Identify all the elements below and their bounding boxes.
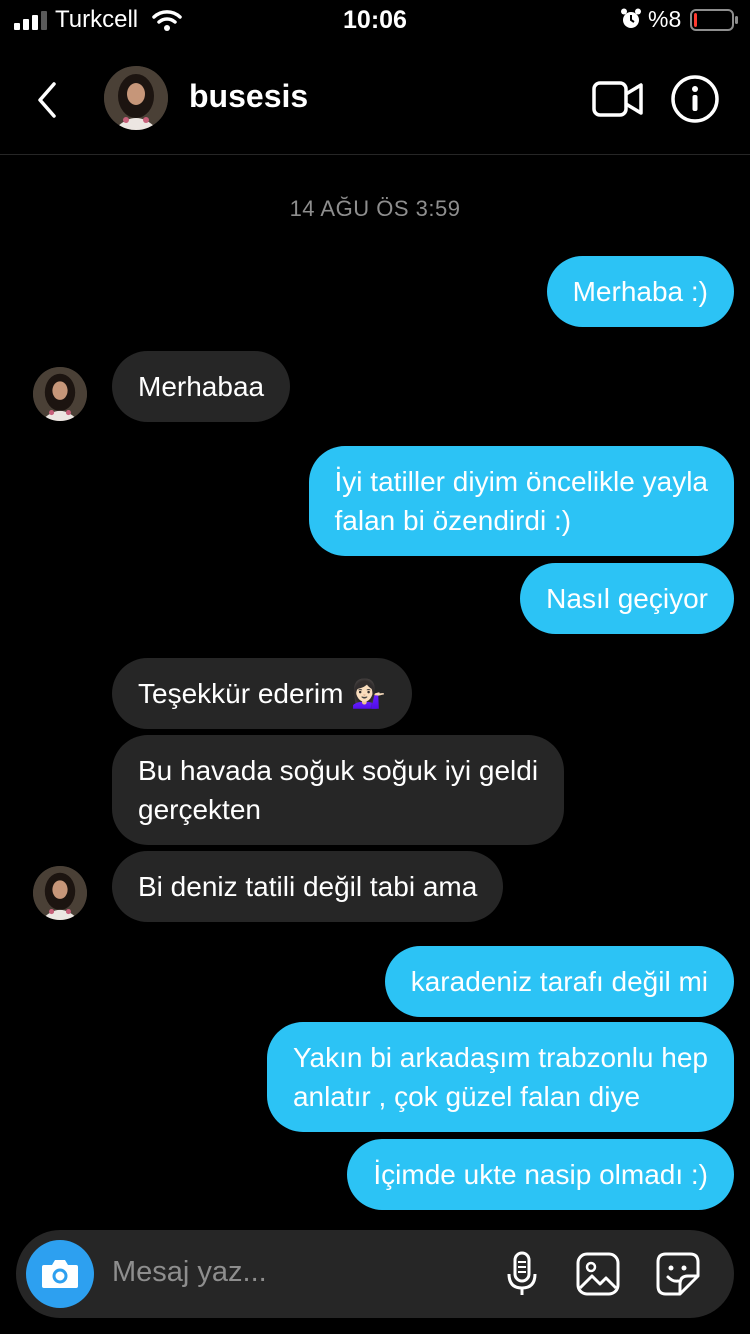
message-incoming[interactable]: Merhabaa xyxy=(112,351,291,422)
message-outgoing[interactable]: Merhaba :) xyxy=(546,256,734,327)
profile-avatar[interactable] xyxy=(104,66,168,130)
message-avatar[interactable] xyxy=(33,367,87,421)
avatar-image xyxy=(104,66,168,130)
message-outgoing[interactable]: Nasıl geçiyor xyxy=(520,563,734,634)
info-icon[interactable] xyxy=(670,74,720,124)
camera-button[interactable] xyxy=(26,1240,94,1308)
gallery-icon[interactable] xyxy=(574,1250,622,1298)
battery-icon xyxy=(690,9,738,31)
message-outgoing[interactable]: İçimde ukte nasip olmadı :) xyxy=(347,1139,734,1210)
message-incoming[interactable]: Teşekkür ederim 💁🏻‍♀️ xyxy=(112,658,413,729)
message-outgoing[interactable]: İyi tatiller diyim öncelikle yayla falan… xyxy=(308,446,734,556)
back-arrow-icon[interactable] xyxy=(30,80,64,120)
status-bar: Turkcell 10:06 %8 xyxy=(0,0,750,44)
video-call-icon[interactable] xyxy=(592,80,644,118)
message-input[interactable]: Mesaj yaz... xyxy=(112,1256,267,1289)
chat-username[interactable]: busesis xyxy=(189,78,308,115)
microphone-icon[interactable] xyxy=(498,1250,546,1298)
avatar-image xyxy=(33,866,87,920)
sticker-icon[interactable] xyxy=(654,1250,702,1298)
camera-icon xyxy=(42,1260,78,1288)
battery-percent: %8 xyxy=(648,6,682,32)
message-incoming[interactable]: Bu havada soğuk soğuk iyi geldi gerçekte… xyxy=(112,735,565,845)
message-incoming[interactable]: Bi deniz tatili değil tabi ama xyxy=(112,851,504,922)
message-avatar[interactable] xyxy=(33,866,87,920)
message-outgoing[interactable]: Yakın bi arkadaşım trabzonlu hep anlatır… xyxy=(266,1022,734,1132)
chat-header: busesis xyxy=(0,50,750,155)
chat-timestamp: 14 AĞU ÖS 3:59 xyxy=(289,196,461,221)
message-composer[interactable]: Mesaj yaz... xyxy=(16,1230,734,1318)
message-outgoing[interactable]: karadeniz tarafı değil mi xyxy=(384,946,734,1017)
avatar-image xyxy=(33,367,87,421)
alarm-icon xyxy=(621,8,641,28)
